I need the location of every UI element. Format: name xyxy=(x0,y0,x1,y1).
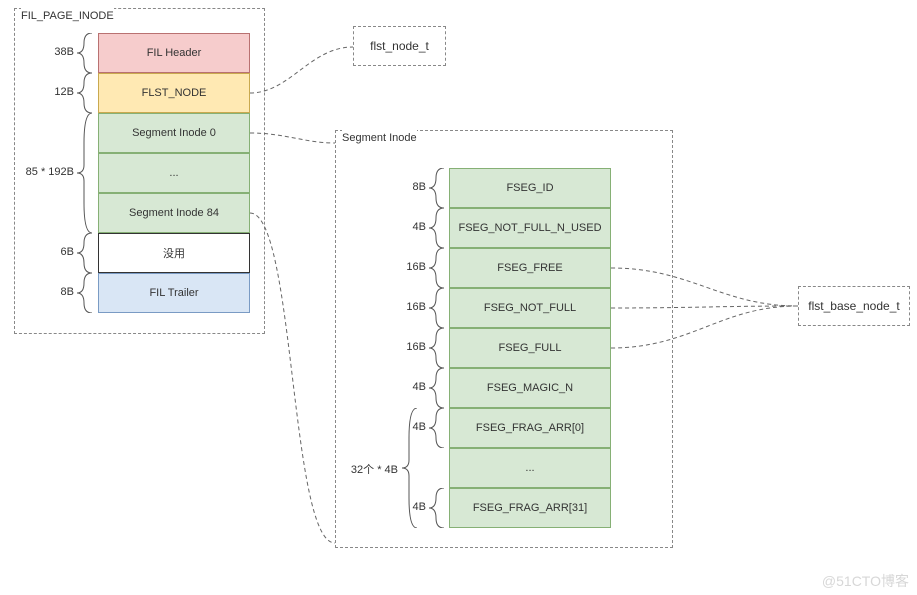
cell-fil-header: FIL Header xyxy=(98,33,250,73)
rbrace-4 xyxy=(428,328,446,368)
flst-base-node-t-label: flst_base_node_t xyxy=(808,299,899,313)
flst-node-t-label: flst_node_t xyxy=(370,39,429,53)
fil-page-inode-title: FIL_PAGE_INODE xyxy=(21,8,114,24)
cell-fil-trailer: FIL Trailer xyxy=(98,273,250,313)
watermark: @51CTO博客 xyxy=(822,571,909,591)
rbrace-3 xyxy=(428,288,446,328)
size-6b: 6B xyxy=(14,246,74,258)
brace-12b xyxy=(76,73,94,113)
brace-6b xyxy=(76,233,94,273)
cell-fseg-free: FSEG_FREE xyxy=(449,248,611,288)
cell-fseg-nfnu: FSEG_NOT_FULL_N_USED xyxy=(449,208,611,248)
conn-seg-top xyxy=(250,125,340,155)
cell-fseg-not-full: FSEG_NOT_FULL xyxy=(449,288,611,328)
brace-38b xyxy=(76,33,94,73)
segment-inode-title: Segment Inode xyxy=(342,130,417,146)
rsize-0: 8B xyxy=(366,181,426,193)
conn-seg-bottom xyxy=(250,210,340,550)
size-85x192: 85 * 192B xyxy=(14,166,74,178)
rsize-2: 16B xyxy=(366,261,426,273)
rbrace-5 xyxy=(428,368,446,408)
size-38b: 38B xyxy=(14,46,74,58)
rsize-1: 4B xyxy=(366,221,426,233)
rbrace-1 xyxy=(428,208,446,248)
rbrace-6 xyxy=(428,408,446,448)
cell-fseg-frag31: FSEG_FRAG_ARR[31] xyxy=(449,488,611,528)
rbrace-outer xyxy=(401,408,419,528)
rbrace-0 xyxy=(428,168,446,208)
flst-base-node-t-box: flst_base_node_t xyxy=(798,286,910,326)
conn-base xyxy=(611,258,801,368)
cell-unused: 没用 xyxy=(98,233,250,273)
size-8b: 8B xyxy=(14,286,74,298)
rsize-5: 4B xyxy=(366,381,426,393)
flst-node-t-box: flst_node_t xyxy=(353,26,446,66)
cell-fseg-full: FSEG_FULL xyxy=(449,328,611,368)
cell-fseg-frag-ell: ... xyxy=(449,448,611,488)
rsize-outer: 32个 * 4B xyxy=(340,461,398,477)
rsize-3: 16B xyxy=(366,301,426,313)
cell-fseg-magic: FSEG_MAGIC_N xyxy=(449,368,611,408)
cell-fseg-id: FSEG_ID xyxy=(449,168,611,208)
rsize-4: 16B xyxy=(366,341,426,353)
rbrace-2 xyxy=(428,248,446,288)
size-12b: 12B xyxy=(14,86,74,98)
cell-fseg-frag0: FSEG_FRAG_ARR[0] xyxy=(449,408,611,448)
cell-seg-inode-0: Segment Inode 0 xyxy=(98,113,250,153)
cell-seg-inode-84: Segment Inode 84 xyxy=(98,193,250,233)
rbrace-8 xyxy=(428,488,446,528)
cell-seg-inode-ell: ... xyxy=(98,153,250,193)
brace-8b xyxy=(76,273,94,313)
brace-85x xyxy=(76,113,94,233)
cell-flst-node: FLST_NODE xyxy=(98,73,250,113)
conn-flst-node xyxy=(250,35,360,95)
